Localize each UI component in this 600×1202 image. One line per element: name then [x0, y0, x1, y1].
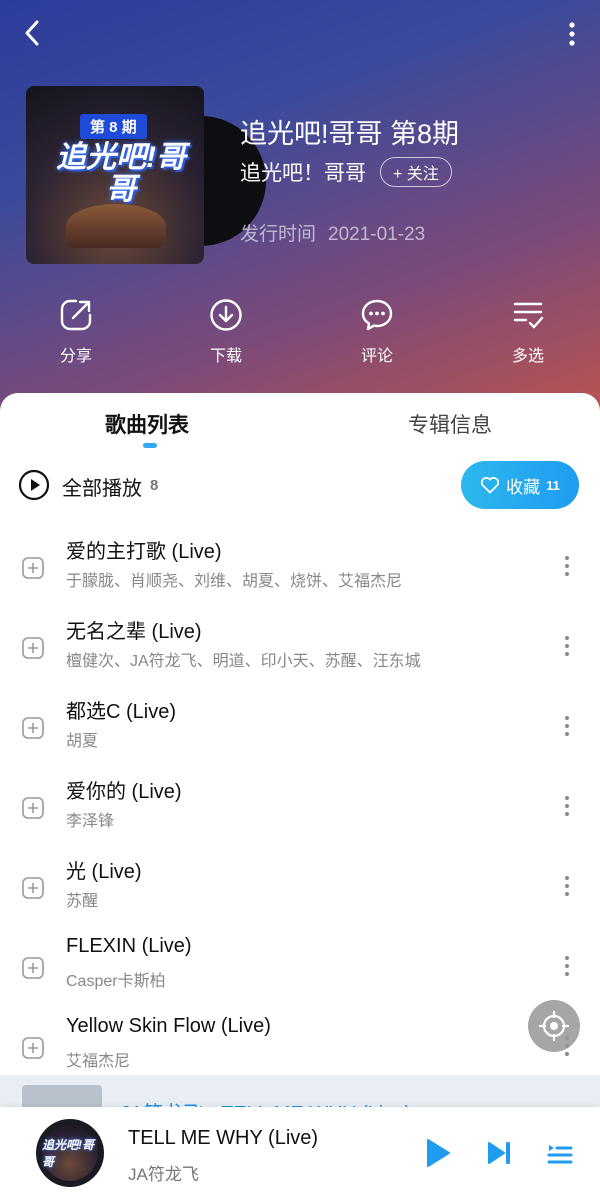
song-artists: 李泽锋 — [66, 813, 115, 830]
locate-current-button[interactable] — [528, 1000, 580, 1052]
locate-icon — [538, 1010, 570, 1042]
collect-label: 收藏 — [506, 477, 541, 497]
next-track-button[interactable] — [486, 1137, 514, 1174]
cover-title: 追光吧!哥哥 — [56, 141, 186, 206]
album-title: 追光吧!哥哥 第8期 — [240, 119, 460, 149]
heart-icon — [481, 477, 500, 494]
song-artists: 苏醒 — [66, 893, 99, 910]
more-vertical-icon[interactable] — [560, 951, 574, 981]
multi-select-icon — [513, 302, 544, 329]
player-artist: JA符龙飞 — [128, 1165, 199, 1184]
play-all-row: 全部播放 8 收藏 11 — [0, 459, 600, 513]
add-to-playlist-icon[interactable] — [22, 797, 44, 819]
add-to-playlist-icon[interactable] — [22, 1037, 44, 1059]
skip-next-icon — [488, 1142, 510, 1164]
more-vertical-icon[interactable] — [560, 551, 574, 581]
add-to-playlist-icon[interactable] — [22, 877, 44, 899]
list-item[interactable]: 无名之辈 (Live) 檀健次、JA符龙飞、明道、印小天、苏醒、汪东城 — [0, 613, 600, 693]
follow-button[interactable]: + 关注 — [380, 157, 452, 187]
comment-icon — [361, 299, 393, 331]
list-item[interactable]: 都选C (Live) 胡夏 — [0, 693, 600, 773]
chevron-left-icon — [25, 20, 39, 46]
mini-player[interactable]: 追光吧!哥哥 TELL ME WHY (Live) JA符龙飞 — [0, 1107, 600, 1202]
play-icon — [427, 1139, 450, 1167]
share-icon — [60, 299, 92, 331]
more-vertical-icon[interactable] — [560, 711, 574, 741]
song-artists: Casper卡斯柏 — [66, 973, 166, 990]
song-artists: 于朦胧、肖顺尧、刘维、胡夏、烧饼、艾福杰尼 — [66, 573, 403, 590]
list-item[interactable]: 爱的主打歌 (Live) 于朦胧、肖顺尧、刘维、胡夏、烧饼、艾福杰尼 — [0, 533, 600, 613]
song-title: Yellow Skin Flow (Live) — [66, 1015, 271, 1037]
release-date: 2021-01-23 — [328, 224, 426, 245]
play-all-label[interactable]: 全部播放 — [62, 472, 142, 501]
play-all-count: 8 — [150, 477, 159, 494]
list-item[interactable]: 光 (Live) 苏醒 — [0, 853, 600, 933]
play-all-button[interactable] — [18, 469, 50, 501]
playlist-button[interactable] — [547, 1137, 573, 1174]
song-title: FLEXIN (Live) — [66, 935, 192, 957]
share-label: 分享 — [59, 348, 92, 365]
tab-bar: 歌曲列表 专辑信息 — [0, 393, 600, 455]
song-artists: 檀健次、JA符龙飞、明道、印小天、苏醒、汪东城 — [66, 653, 421, 670]
add-to-playlist-icon[interactable] — [22, 717, 44, 739]
multi-select-label: 多选 — [511, 348, 544, 365]
song-title: 爱你的 (Live) — [66, 781, 182, 803]
add-to-playlist-icon[interactable] — [22, 957, 44, 979]
release-label: 发行时间 — [240, 224, 317, 245]
comment-button[interactable]: 评论 — [327, 298, 427, 366]
list-item[interactable]: 爱你的 (Live) 李泽锋 — [0, 773, 600, 853]
player-cover-art: 追光吧!哥哥 — [42, 1125, 98, 1181]
album-header: 第 8 期 追光吧!哥哥 追光吧!哥哥 第8期 追光吧！哥哥 + 关注 发行时间… — [0, 0, 600, 440]
artist-name[interactable]: 追光吧！哥哥 — [240, 157, 366, 187]
action-bar: 分享 下载 评论 多选 — [0, 298, 600, 370]
song-artists: 艾福杰尼 — [66, 1053, 131, 1070]
playlist-icon — [547, 1145, 573, 1164]
tab-song-list[interactable]: 歌曲列表 — [105, 409, 189, 439]
play-circle-icon — [18, 469, 50, 501]
more-vertical-icon[interactable] — [560, 791, 574, 821]
song-title: 光 (Live) — [66, 861, 142, 883]
artist-row: 追光吧！哥哥 + 关注 — [240, 156, 452, 188]
collect-button[interactable]: 收藏 11 — [461, 461, 579, 509]
add-to-playlist-icon[interactable] — [22, 637, 44, 659]
add-to-playlist-icon[interactable] — [22, 557, 44, 579]
song-title: 无名之辈 (Live) — [66, 621, 202, 643]
more-options-button[interactable] — [562, 18, 582, 50]
share-button[interactable]: 分享 — [26, 298, 126, 366]
tab-indicator — [143, 443, 157, 448]
song-title: 都选C (Live) — [66, 701, 177, 723]
download-button[interactable]: 下载 — [176, 298, 276, 366]
release-info: 发行时间 2021-01-23 — [240, 219, 425, 246]
tab-album-info[interactable]: 专辑信息 — [408, 409, 492, 439]
more-vertical-icon — [569, 22, 575, 46]
play-button[interactable] — [424, 1137, 452, 1174]
album-cover-art: 第 8 期 追光吧!哥哥 — [26, 86, 204, 264]
cover-stage-art — [66, 204, 166, 248]
multi-select-button[interactable]: 多选 — [478, 298, 578, 366]
download-label: 下载 — [209, 348, 242, 365]
player-song-title: TELL ME WHY (Live) — [128, 1127, 319, 1149]
song-artists: 胡夏 — [66, 733, 99, 750]
cover-episode-badge: 第 8 期 — [80, 114, 147, 139]
player-cover-disc[interactable]: 追光吧!哥哥 — [36, 1119, 104, 1187]
more-vertical-icon[interactable] — [560, 631, 574, 661]
download-icon — [210, 299, 242, 331]
list-item[interactable]: FLEXIN (Live) Casper卡斯柏 — [0, 933, 600, 1013]
song-title: 爱的主打歌 (Live) — [66, 541, 222, 563]
comment-label: 评论 — [360, 348, 393, 365]
album-cover[interactable]: 第 8 期 追光吧!哥哥 — [26, 86, 266, 266]
collect-count: 11 — [546, 477, 560, 493]
top-bar — [0, 0, 600, 70]
now-playing-peek-row: JA符龙飞 - TELL ME WHY (Live) — [0, 1075, 600, 1111]
more-vertical-icon[interactable] — [560, 871, 574, 901]
back-button[interactable] — [18, 16, 48, 50]
